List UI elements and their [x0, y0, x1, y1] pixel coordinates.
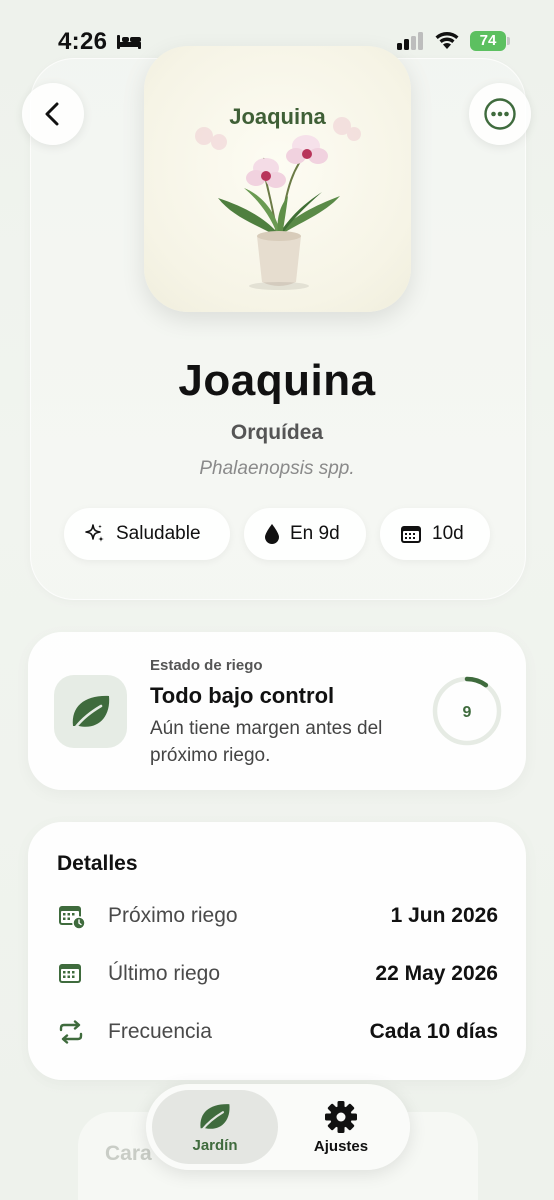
plant-photo: Joaquina	[144, 46, 411, 312]
more-options-icon	[484, 98, 516, 130]
repeat-icon	[58, 1020, 84, 1049]
watering-status-label: Estado de riego	[150, 657, 263, 674]
days-left-value: 9	[463, 704, 472, 721]
detail-label-last-watering: Último riego	[108, 962, 221, 985]
leaf-icon	[72, 695, 109, 729]
next-water-chip-label: En 9d	[290, 523, 340, 544]
plant-name: Joaquina	[178, 356, 376, 405]
calendar-icon	[401, 526, 421, 543]
characteristics-card-title: Cara	[105, 1142, 152, 1165]
status-time: 4:26	[58, 28, 108, 55]
tab-bar: Jardín Ajustes	[146, 1084, 410, 1170]
next-water-chip[interactable]: En 9d	[244, 508, 366, 560]
watering-status-card: Estado de riego Todo bajo control Aún ti…	[28, 632, 526, 790]
calendar-icon	[58, 962, 84, 991]
frequency-chip-label: 10d	[432, 523, 464, 544]
battery-indicator: 74	[470, 31, 506, 51]
orchid-illustration	[195, 117, 361, 290]
tab-settings[interactable]: Ajustes	[278, 1090, 404, 1164]
back-button[interactable]	[22, 83, 84, 145]
health-chip-label: Saludable	[116, 523, 201, 544]
health-chip[interactable]: Saludable	[64, 508, 230, 560]
details-title: Detalles	[57, 852, 138, 875]
water-drop-icon	[265, 524, 279, 544]
sparkles-icon	[85, 524, 104, 542]
details-card: Detalles Próximo riego 1 Jun 2026 Último…	[28, 822, 526, 1080]
leaf-icon	[200, 1103, 230, 1131]
detail-label-next-watering: Próximo riego	[108, 904, 238, 927]
detail-value-next-watering: 1 Jun 2026	[390, 904, 498, 927]
sleep-focus-icon	[116, 32, 142, 55]
detail-value-last-watering: 22 May 2026	[375, 962, 498, 985]
watering-status-description: Aún tiene margen antes del próximo riego…	[150, 718, 383, 766]
detail-value-frequency: Cada 10 días	[369, 1020, 498, 1043]
days-left-ring: 9	[432, 676, 502, 746]
battery-tip	[507, 37, 510, 45]
watering-status-title: Todo bajo control	[150, 683, 335, 708]
wifi-icon	[434, 30, 460, 55]
detail-label-frequency: Frecuencia	[108, 1020, 212, 1043]
detail-row-last-watering: Último riego 22 May 2026	[58, 960, 498, 990]
detail-row-next-watering: Próximo riego 1 Jun 2026	[58, 902, 498, 932]
calendar-clock-icon	[58, 904, 86, 935]
tab-garden[interactable]: Jardín	[152, 1090, 278, 1164]
leaf-tile	[54, 675, 127, 748]
detail-row-frequency: Frecuencia Cada 10 días	[58, 1018, 498, 1048]
tab-garden-label: Jardín	[192, 1136, 238, 1154]
plant-species: Phalaenopsis spp.	[199, 458, 355, 479]
tab-settings-label: Ajustes	[313, 1137, 369, 1155]
gear-icon	[325, 1100, 357, 1133]
frequency-chip[interactable]: 10d	[380, 508, 490, 560]
chevron-left-icon	[45, 102, 59, 126]
plant-type: Orquídea	[230, 421, 324, 444]
more-options-button[interactable]	[469, 83, 531, 145]
